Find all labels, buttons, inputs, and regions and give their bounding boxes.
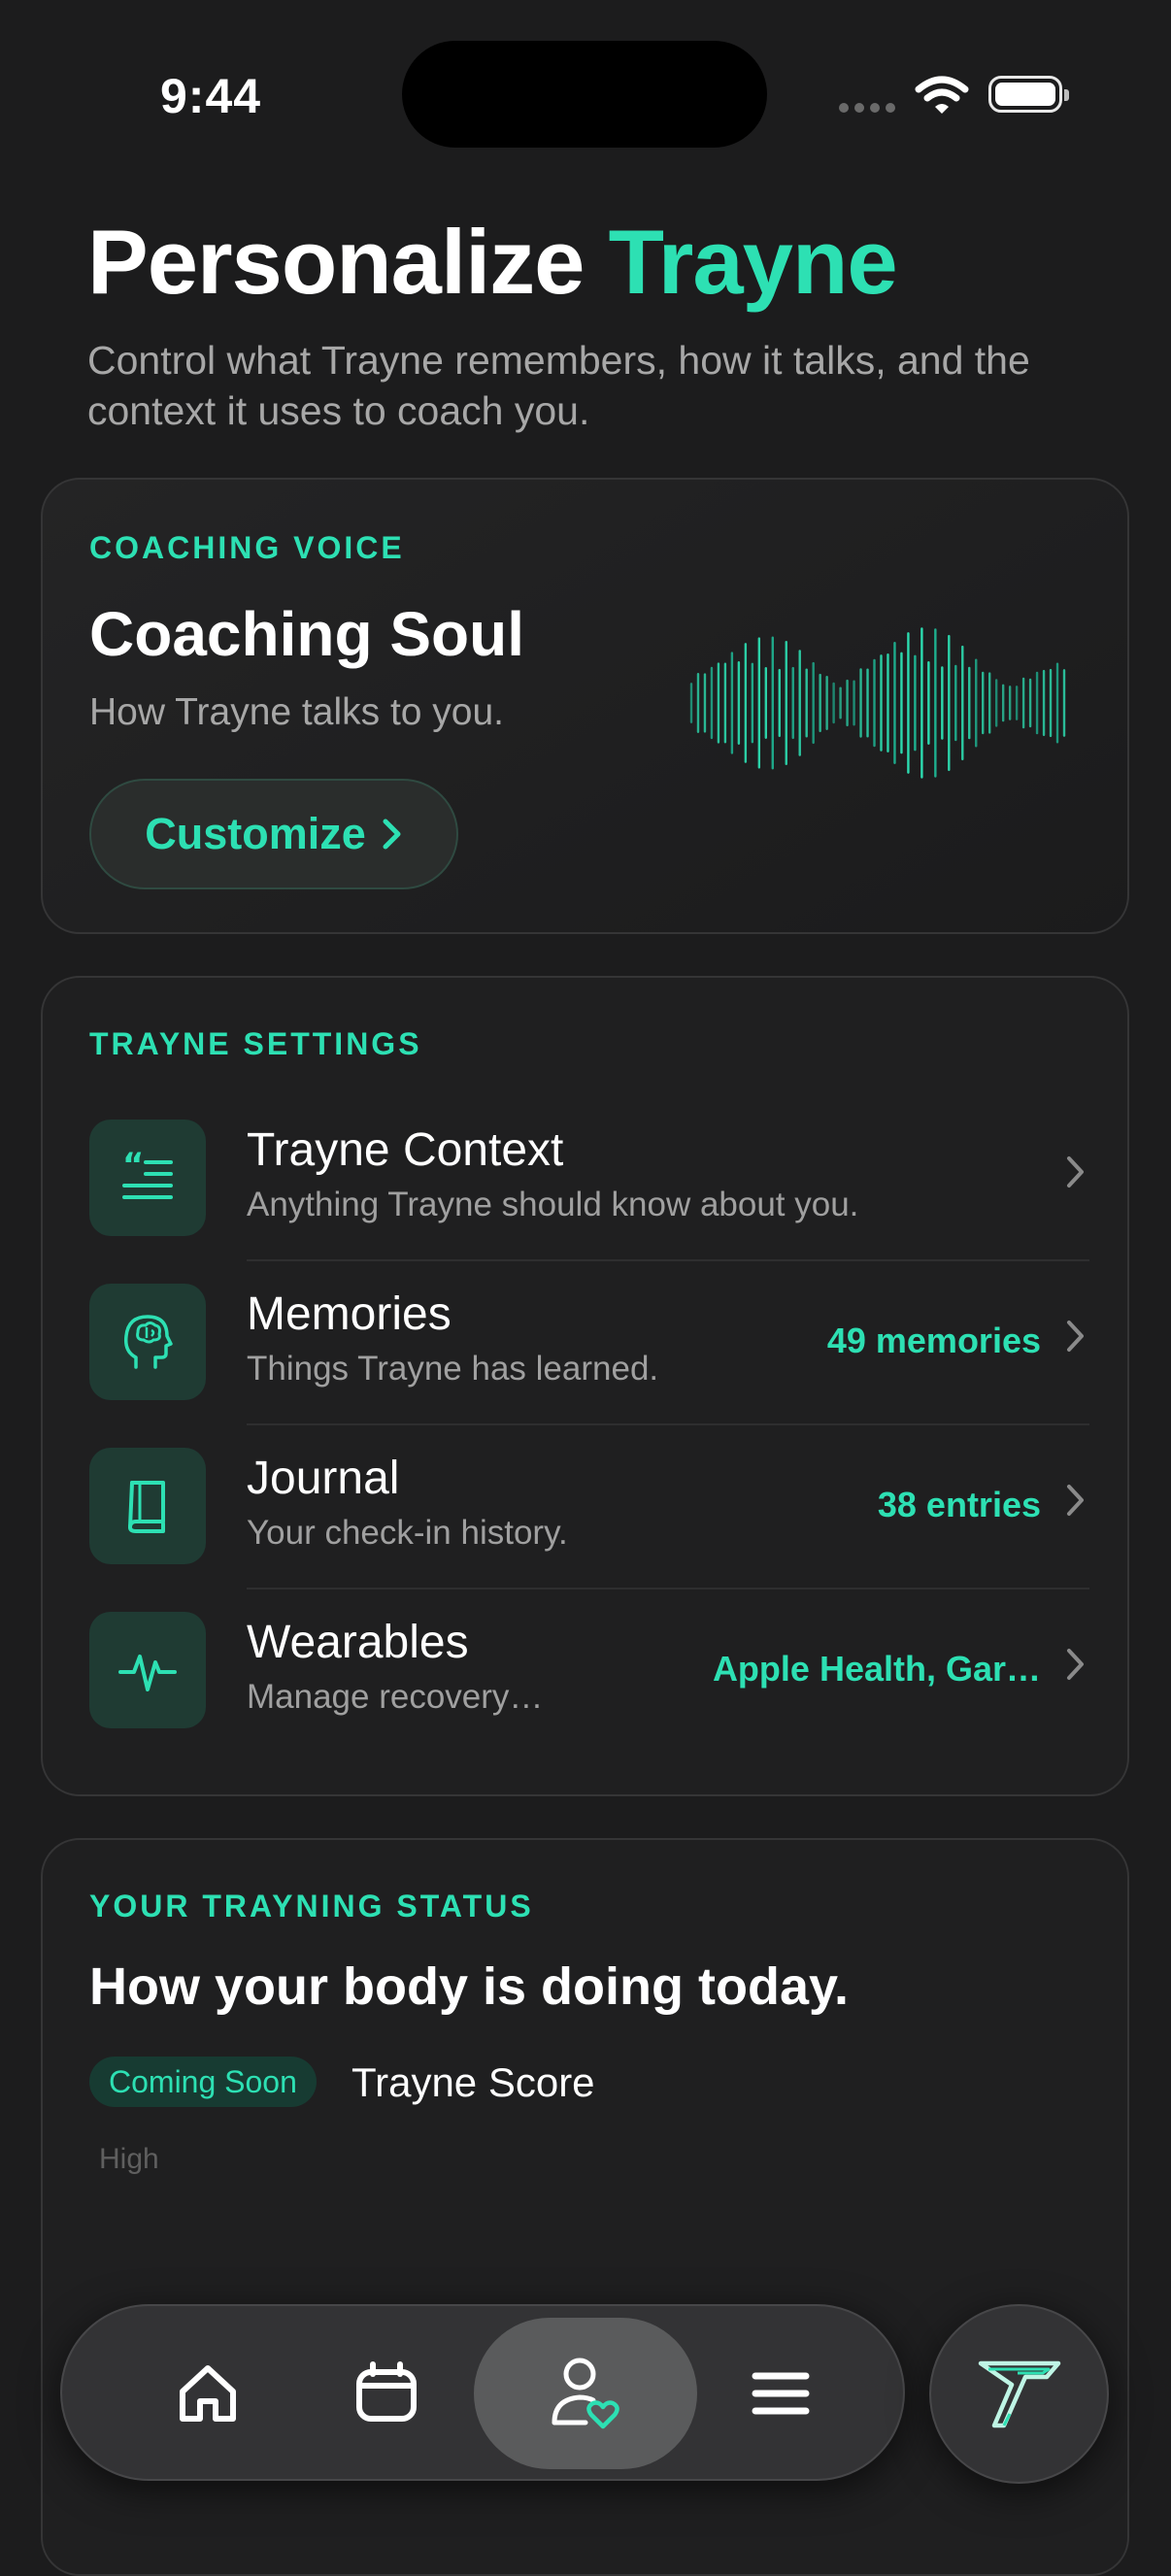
- settings-row-wearables[interactable]: Wearables Manage recovery… Apple Health,…: [89, 1589, 1128, 1752]
- trayne-logo-icon: [978, 2360, 1060, 2427]
- svg-text:“: “: [122, 1147, 144, 1185]
- row-subtitle: Manage recovery…: [247, 1678, 544, 1716]
- tab-profile[interactable]: [474, 2318, 697, 2469]
- status-title: How your body is doing today.: [89, 1957, 849, 2016]
- page-title: Personalize Trayne: [87, 204, 898, 320]
- trayne-settings-card: TRAYNE SETTINGS “ Trayne Context Anythin…: [41, 976, 1129, 1796]
- book-icon: [89, 1448, 206, 1564]
- tab-bar: [60, 2304, 905, 2481]
- coaching-soul-title: Coaching Soul: [89, 599, 524, 669]
- row-subtitle: Things Trayne has learned.: [247, 1350, 659, 1388]
- brain-head-icon: [89, 1284, 206, 1400]
- chevron-right-icon: [1067, 1321, 1084, 1352]
- calendar-icon: [356, 2361, 417, 2422]
- settings-row-memories[interactable]: Memories Things Trayne has learned. 49 m…: [89, 1260, 1128, 1423]
- page-subtitle: Control what Trayne remembers, how it ta…: [87, 338, 1030, 433]
- profile-heart-icon: [552, 2358, 619, 2429]
- row-title: Memories: [247, 1288, 452, 1340]
- settings-row-journal[interactable]: Journal Your check-in history. 38 entrie…: [89, 1424, 1128, 1588]
- cellular-signal-icon: [839, 101, 897, 115]
- tab-menu[interactable]: [705, 2318, 856, 2469]
- status-bar: 9:44: [0, 0, 1171, 194]
- battery-icon: [988, 76, 1069, 113]
- journal-count: 38 entries: [877, 1485, 1041, 1524]
- voice-waveform-icon: [689, 627, 1066, 779]
- chevron-right-icon: [383, 819, 401, 850]
- chevron-right-icon: [1067, 1649, 1084, 1680]
- wearables-sources: Apple Health, Gar…: [712, 1649, 1041, 1689]
- customize-label: Customize: [145, 809, 366, 858]
- coaching-soul-subtitle: How Trayne talks to you.: [89, 691, 505, 733]
- title-text: Personalize: [87, 211, 609, 313]
- trayne-score-label: Trayne Score: [351, 2059, 595, 2105]
- memories-count: 49 memories: [826, 1321, 1041, 1360]
- status-time: 9:44: [160, 69, 262, 123]
- tab-calendar[interactable]: [311, 2318, 462, 2469]
- menu-icon: [752, 2372, 810, 2415]
- coaching-voice-card: COACHING VOICE Coaching Soul How Trayne …: [41, 478, 1129, 934]
- row-title: Journal: [247, 1453, 400, 1504]
- home-icon: [180, 2365, 236, 2422]
- trayning-status-eyebrow: YOUR TRAYNING STATUS: [89, 1889, 534, 1924]
- quote-lines-icon: “: [89, 1120, 206, 1236]
- dynamic-island: [402, 41, 767, 148]
- trayne-settings-eyebrow: TRAYNE SETTINGS: [89, 1026, 422, 1061]
- row-subtitle: Anything Trayne should know about you.: [247, 1186, 859, 1223]
- chevron-right-icon: [1067, 1156, 1084, 1188]
- row-title: Wearables: [247, 1617, 469, 1668]
- score-level-label: High: [99, 2143, 159, 2175]
- tab-home[interactable]: [132, 2318, 284, 2469]
- coming-soon-badge: Coming Soon: [89, 2057, 317, 2107]
- coaching-voice-eyebrow: COACHING VOICE: [89, 530, 405, 565]
- pulse-icon: [89, 1612, 206, 1728]
- title-brand: Trayne: [608, 211, 898, 313]
- customize-button[interactable]: Customize: [89, 779, 458, 889]
- chevron-right-icon: [1067, 1485, 1084, 1516]
- settings-row-trayne-context[interactable]: “ Trayne Context Anything Trayne should …: [89, 1096, 1128, 1259]
- row-subtitle: Your check-in history.: [247, 1514, 568, 1552]
- row-title: Trayne Context: [247, 1124, 564, 1176]
- wifi-icon: [915, 76, 969, 114]
- trayne-coach-button[interactable]: [929, 2304, 1109, 2484]
